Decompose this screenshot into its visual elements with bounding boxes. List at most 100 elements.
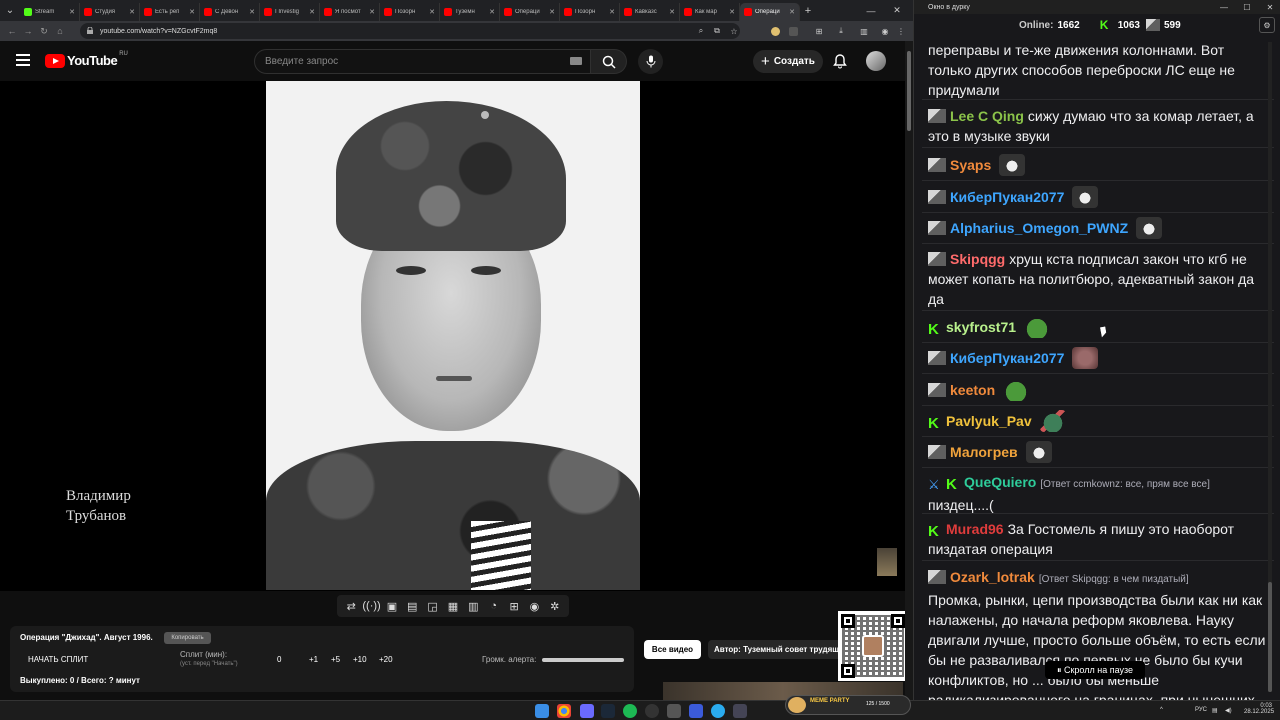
browser-tab[interactable]: Как мар ✕ bbox=[680, 3, 740, 21]
speed-icon[interactable]: ◔ bbox=[487, 599, 501, 613]
video-settings-icon[interactable]: ▣ bbox=[385, 599, 399, 613]
tab-close-icon[interactable]: ✕ bbox=[669, 8, 675, 16]
split-minutes-value[interactable]: 0 bbox=[277, 655, 281, 664]
tab-close-icon[interactable]: ✕ bbox=[789, 8, 795, 16]
add-1-button[interactable]: +1 bbox=[309, 655, 318, 664]
reload-icon[interactable]: ↻ bbox=[36, 21, 52, 41]
add-5-button[interactable]: +5 bbox=[331, 655, 340, 664]
close-window-icon[interactable]: ✕ bbox=[884, 0, 910, 21]
start-split-button[interactable]: НАЧАТЬ СПЛИТ bbox=[28, 655, 88, 664]
voice-search-button[interactable] bbox=[638, 49, 663, 74]
browser-tab[interactable]: Туземн ✕ bbox=[440, 3, 500, 21]
menu-icon[interactable] bbox=[16, 54, 30, 66]
browser-menu-icon[interactable]: ⋮ bbox=[894, 24, 908, 38]
gear-icon[interactable]: ✲ bbox=[548, 599, 562, 613]
tab-close-icon[interactable]: ✕ bbox=[69, 8, 75, 16]
chat-nick[interactable]: Alpharius_Omegon_PWNZ bbox=[950, 220, 1128, 236]
chat-nick[interactable]: Малогрев bbox=[950, 444, 1018, 460]
browser-tab[interactable]: Я посмот ✕ bbox=[320, 3, 380, 21]
app-icon-4[interactable] bbox=[733, 704, 747, 718]
tab-search-icon[interactable]: ⌄ bbox=[0, 0, 20, 21]
back-icon[interactable]: ← bbox=[4, 21, 20, 41]
tab-close-icon[interactable]: ✕ bbox=[489, 8, 495, 16]
add-20-button[interactable]: +20 bbox=[379, 655, 393, 664]
chat-nick[interactable]: keeton bbox=[950, 382, 995, 398]
zoom-icon[interactable]: ⌕ bbox=[694, 24, 708, 38]
cinema-icon[interactable]: ▦ bbox=[446, 599, 460, 613]
browser-tab[interactable]: Есть реп ✕ bbox=[140, 3, 200, 21]
chat-nick[interactable]: QueQuiero bbox=[964, 474, 1036, 490]
tab-close-icon[interactable]: ✕ bbox=[369, 8, 375, 16]
tab-close-icon[interactable]: ✕ bbox=[729, 8, 735, 16]
browser-tab[interactable]: Студия ✕ bbox=[80, 3, 140, 21]
broadcast-icon[interactable]: ((·)) bbox=[362, 599, 380, 613]
url-field[interactable]: youtube.com/watch?v=NZGcvtF2mq8 bbox=[80, 23, 740, 39]
youtube-logo[interactable]: YouTube RU bbox=[45, 51, 128, 68]
browser-tab[interactable]: Stream ✕ bbox=[20, 3, 80, 21]
app-icon[interactable] bbox=[580, 704, 594, 718]
chat-close-icon[interactable]: ✕ bbox=[1259, 0, 1280, 14]
clapper-icon[interactable]: ▤ bbox=[405, 599, 419, 613]
tab-close-icon[interactable]: ✕ bbox=[309, 8, 315, 16]
next-video-thumbnail[interactable] bbox=[877, 548, 897, 576]
bookmark-star-icon[interactable]: ☆ bbox=[727, 24, 741, 38]
sidepanel-icon[interactable]: ▥ bbox=[857, 24, 871, 38]
page-scrollbar[interactable] bbox=[905, 41, 913, 700]
spotify-icon[interactable] bbox=[623, 704, 637, 718]
home-icon[interactable]: ⌂ bbox=[52, 21, 68, 41]
tab-close-icon[interactable]: ✕ bbox=[549, 8, 555, 16]
browser-tab[interactable]: С Девон ✕ bbox=[200, 3, 260, 21]
tray-chevron-icon[interactable]: ^ bbox=[1160, 707, 1163, 713]
language-indicator[interactable]: РУС bbox=[1195, 707, 1207, 713]
chrome-icon[interactable] bbox=[557, 704, 571, 718]
browser-tab[interactable]: Позорн ✕ bbox=[380, 3, 440, 21]
extension-icon-2[interactable] bbox=[786, 24, 800, 38]
create-button[interactable]: + Создать bbox=[753, 50, 823, 73]
add-10-button[interactable]: +10 bbox=[353, 655, 367, 664]
site-info-icon[interactable] bbox=[86, 27, 94, 35]
video-player[interactable]: Владимир Трубанов bbox=[0, 81, 905, 591]
tab-close-icon[interactable]: ✕ bbox=[129, 8, 135, 16]
scroll-paused-button[interactable]: ⏸ Скролл на паузе bbox=[1045, 661, 1145, 679]
loop-icon[interactable]: ⇄ bbox=[344, 599, 358, 613]
browser-tab[interactable]: Позорн ✕ bbox=[560, 3, 620, 21]
add-clip-icon[interactable]: ⊞ bbox=[507, 599, 521, 613]
chat-nick[interactable]: Syaps bbox=[950, 157, 991, 173]
tab-close-icon[interactable]: ✕ bbox=[189, 8, 195, 16]
new-tab-button[interactable]: + bbox=[800, 5, 816, 17]
tab-close-icon[interactable]: ✕ bbox=[429, 8, 435, 16]
minimize-icon[interactable]: — bbox=[858, 0, 884, 21]
browser-tab[interactable]: I Investig ✕ bbox=[260, 3, 320, 21]
avatar[interactable] bbox=[866, 51, 886, 71]
chat-nick[interactable]: Skipqgg bbox=[950, 251, 1005, 267]
browser-tab[interactable]: Операци ✕ bbox=[500, 3, 560, 21]
volume-icon[interactable]: ◀) bbox=[1225, 707, 1232, 714]
all-videos-button[interactable]: Все видео bbox=[644, 640, 701, 659]
chat-nick[interactable]: Lee C Qing bbox=[950, 108, 1024, 124]
forward-icon[interactable]: → bbox=[20, 21, 36, 41]
chat-maximize-icon[interactable]: ☐ bbox=[1236, 0, 1258, 14]
steam-icon[interactable] bbox=[601, 704, 615, 718]
app-icon-2[interactable] bbox=[667, 704, 681, 718]
notifications-bell-icon[interactable] bbox=[832, 53, 848, 69]
chat-minimize-icon[interactable]: — bbox=[1213, 0, 1235, 14]
downloads-icon[interactable]: ⤓ bbox=[834, 24, 848, 38]
profile-icon[interactable]: ◉ bbox=[878, 24, 892, 38]
copy-button[interactable]: Копировать bbox=[164, 632, 211, 644]
browser-tab[interactable]: Кавказс ✕ bbox=[620, 3, 680, 21]
chat-nick[interactable]: Pavlyuk_Pav bbox=[946, 413, 1032, 429]
chat-settings-icon[interactable]: ⚙ bbox=[1259, 17, 1275, 33]
alert-volume-slider[interactable] bbox=[542, 658, 624, 662]
author-button[interactable]: Автор: Туземный совет трудящи bbox=[708, 640, 848, 659]
browser-tab[interactable]: Операци ✕ bbox=[740, 3, 800, 21]
pip-icon[interactable]: ◲ bbox=[426, 599, 440, 613]
tab-close-icon[interactable]: ✕ bbox=[249, 8, 255, 16]
chat-nick[interactable]: КиберПукан2077 bbox=[950, 189, 1064, 205]
chat-nick[interactable]: КиберПукан2077 bbox=[950, 350, 1064, 366]
chat-message-list[interactable]: переправы и те-же движения колоннами. Во… bbox=[922, 36, 1274, 700]
clock[interactable]: 0:03 28.12.2025 bbox=[1244, 703, 1274, 715]
network-icon[interactable]: ▤ bbox=[1212, 707, 1218, 714]
search-input[interactable]: Введите запрос bbox=[254, 49, 591, 74]
chat-nick[interactable]: skyfrost71 bbox=[946, 319, 1016, 335]
telegram-icon[interactable] bbox=[711, 704, 725, 718]
